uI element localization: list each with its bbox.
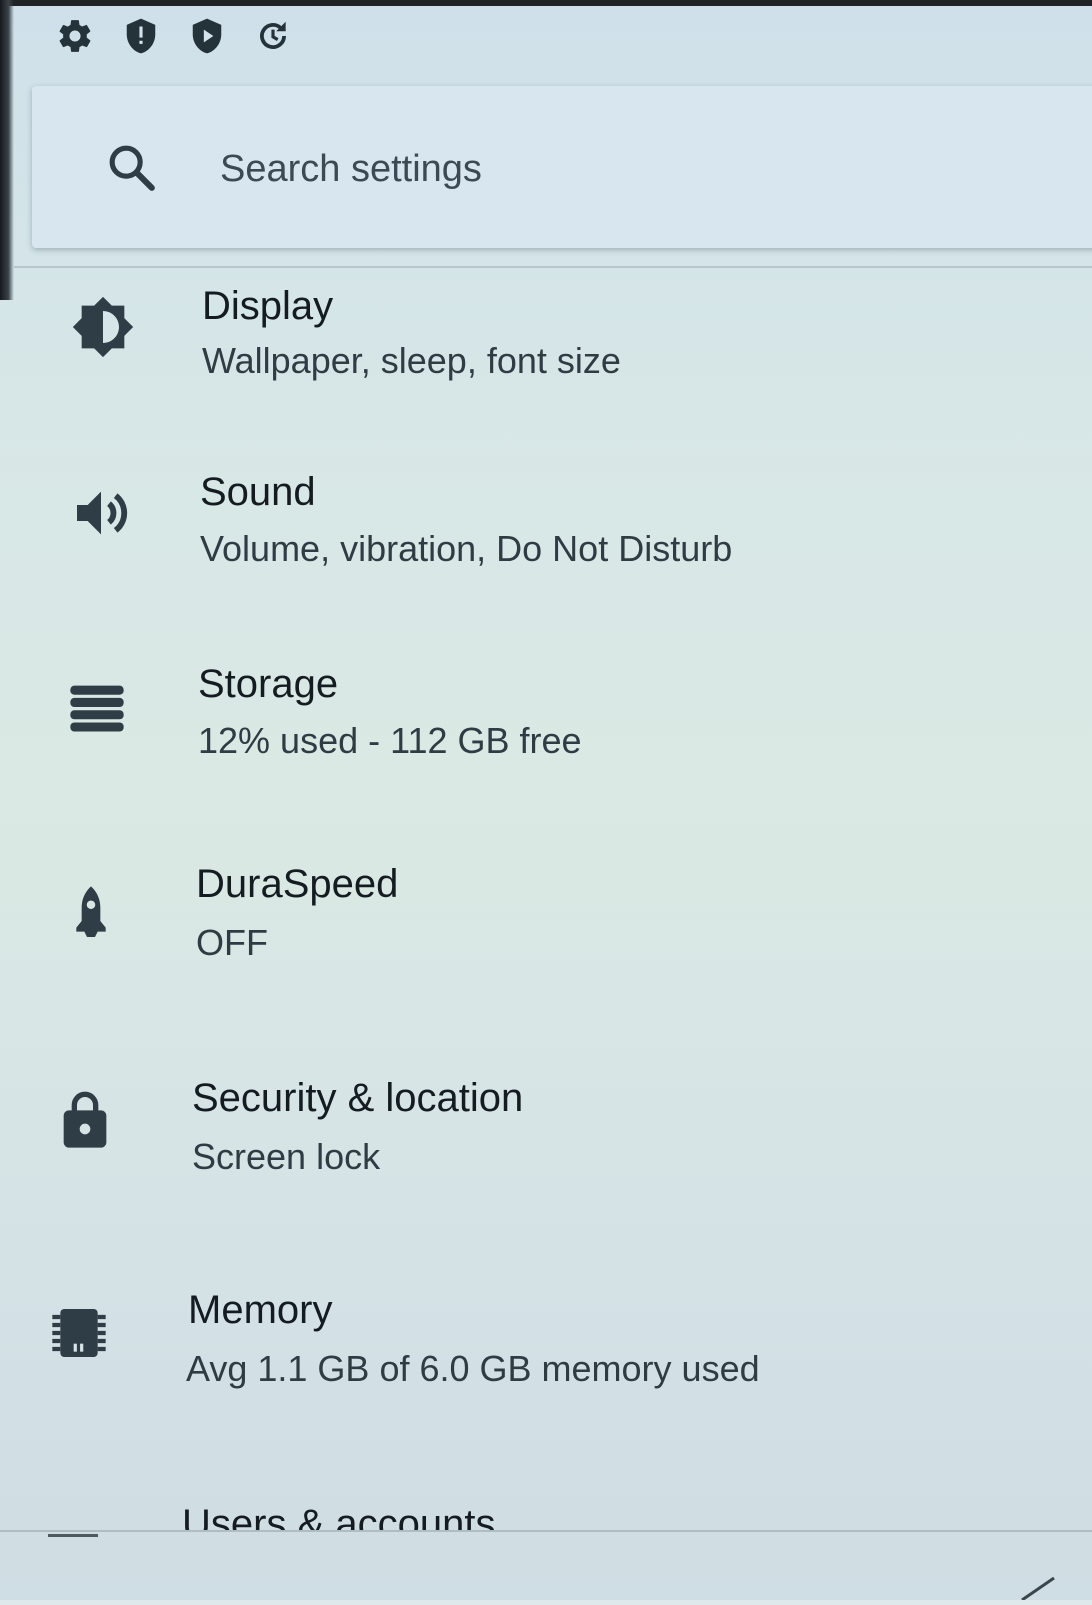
settings-gear-icon — [56, 17, 94, 55]
rocket-icon — [56, 878, 126, 948]
item-subtitle: Wallpaper, sleep, font size — [202, 340, 621, 381]
storage-icon — [62, 672, 132, 742]
search-input[interactable] — [220, 144, 920, 194]
volume-icon — [66, 478, 136, 548]
settings-item-security-location[interactable]: Security & location Screen lock — [0, 1058, 1092, 1228]
item-title: Users & accounts — [182, 1502, 496, 1530]
item-subtitle: 12% used - 112 GB free — [198, 720, 582, 761]
device-bezel-left — [0, 0, 14, 300]
item-title: Security & location — [192, 1076, 524, 1120]
back-triangle-icon[interactable] — [1018, 1576, 1058, 1602]
settings-item-sound[interactable]: Sound Volume, vibration, Do Not Disturb — [0, 458, 1092, 628]
play-protect-icon — [188, 17, 226, 55]
settings-item-users-accounts[interactable]: Users & accounts — [0, 1480, 1092, 1530]
brightness-icon — [68, 292, 138, 362]
item-title: Display — [202, 284, 334, 328]
item-subtitle: OFF — [196, 922, 268, 963]
item-title: Memory — [188, 1288, 333, 1332]
item-subtitle: Avg 1.1 GB of 6.0 GB memory used — [186, 1348, 760, 1389]
device-bezel-top — [0, 0, 1092, 6]
settings-item-duraspeed[interactable]: DuraSpeed OFF — [0, 852, 1092, 1022]
status-bar — [56, 14, 292, 58]
item-title: Storage — [198, 662, 339, 706]
memory-chip-icon — [44, 1298, 114, 1368]
search-divider — [14, 266, 1092, 268]
item-subtitle: Volume, vibration, Do Not Disturb — [200, 528, 733, 569]
search-icon[interactable] — [104, 140, 160, 196]
item-subtitle: Screen lock — [192, 1136, 381, 1177]
lock-icon — [50, 1086, 120, 1156]
item-title: DuraSpeed — [196, 862, 399, 906]
settings-item-display[interactable]: Display Wallpaper, sleep, font size — [0, 270, 1092, 440]
settings-item-storage[interactable]: Storage 12% used - 112 GB free — [0, 652, 1092, 822]
nav-handle — [48, 1534, 98, 1537]
navigation-bar-divider — [0, 1530, 1092, 1532]
sync-refresh-icon — [254, 17, 292, 55]
item-title: Sound — [200, 470, 316, 514]
shield-alert-icon — [122, 17, 160, 55]
settings-item-memory[interactable]: Memory Avg 1.1 GB of 6.0 GB memory used — [0, 1270, 1092, 1440]
